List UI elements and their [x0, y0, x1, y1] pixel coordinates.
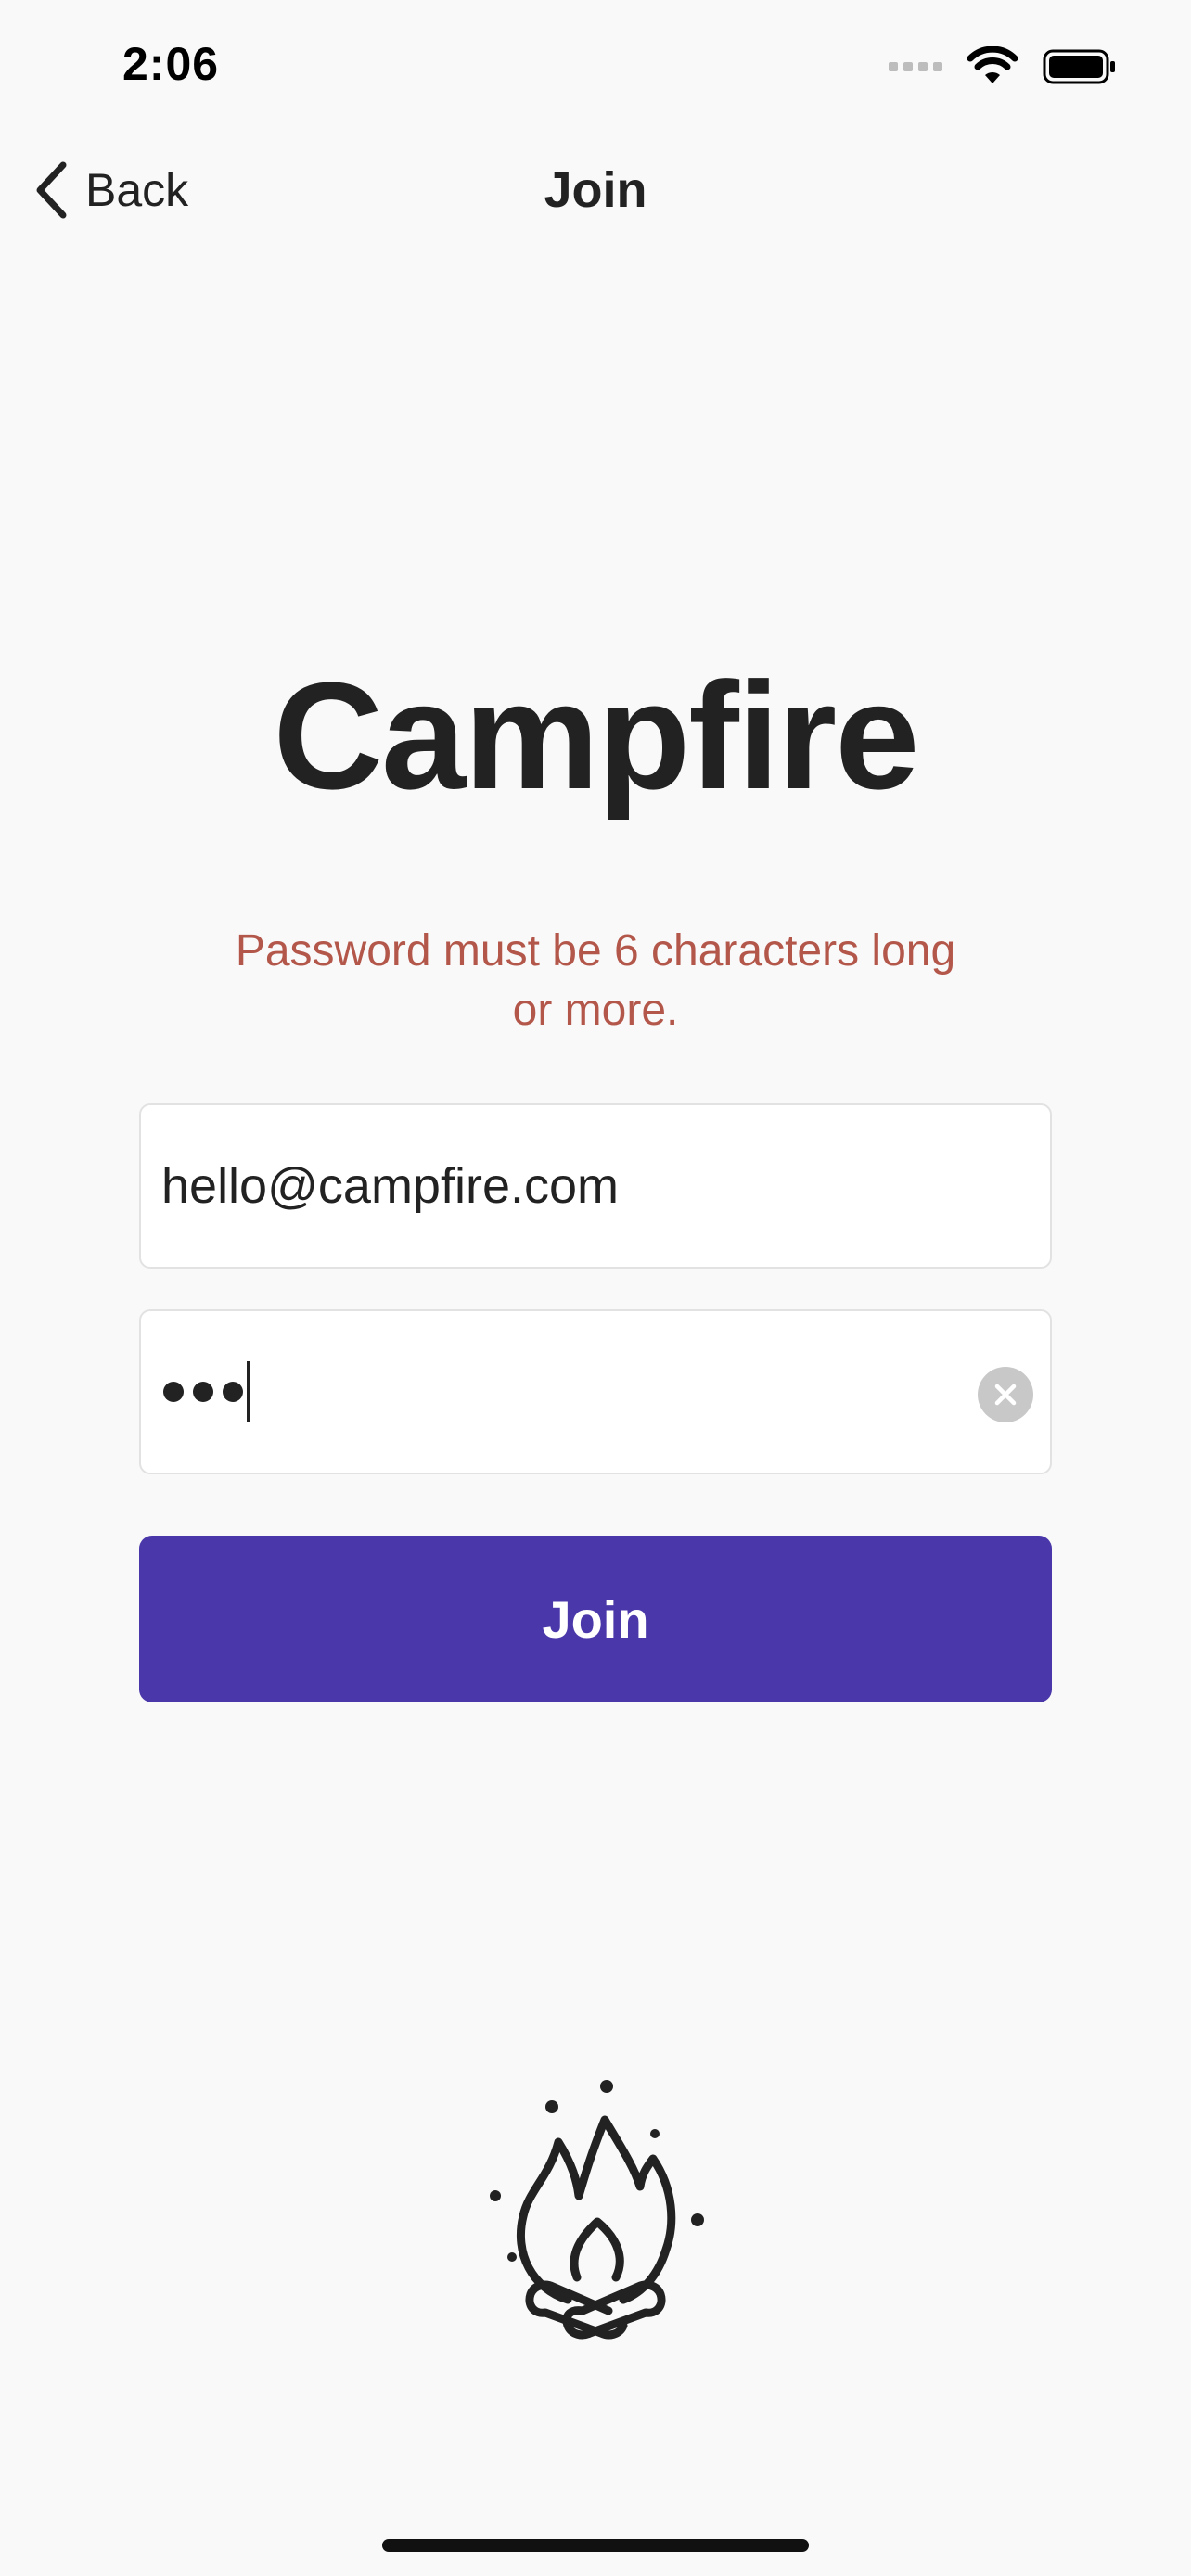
- email-value: hello@campfire.com: [161, 1158, 619, 1214]
- status-icons: [889, 46, 1117, 87]
- nav-title: Join: [544, 162, 647, 218]
- email-field[interactable]: hello@campfire.com: [139, 1103, 1052, 1269]
- clear-password-button[interactable]: [978, 1367, 1033, 1422]
- join-button[interactable]: Join: [139, 1536, 1052, 1702]
- password-mask: [163, 1382, 243, 1402]
- cellular-signal-icon: [889, 62, 942, 71]
- battery-icon: [1043, 49, 1115, 84]
- app-logo-text: Campfire: [273, 651, 920, 821]
- status-time: 2:06: [122, 38, 220, 90]
- password-field[interactable]: [139, 1309, 1052, 1474]
- campfire-icon: [490, 2080, 704, 2340]
- wifi-icon: [967, 46, 1018, 83]
- join-screen: 2:06 Back Join Campfire Password must be…: [0, 0, 1191, 2576]
- home-indicator[interactable]: [382, 2539, 809, 2552]
- error-message: Password must be 6 characters long or mo…: [235, 926, 956, 1035]
- clear-circle-icon: [994, 1384, 1017, 1406]
- text-caret: [247, 1361, 250, 1422]
